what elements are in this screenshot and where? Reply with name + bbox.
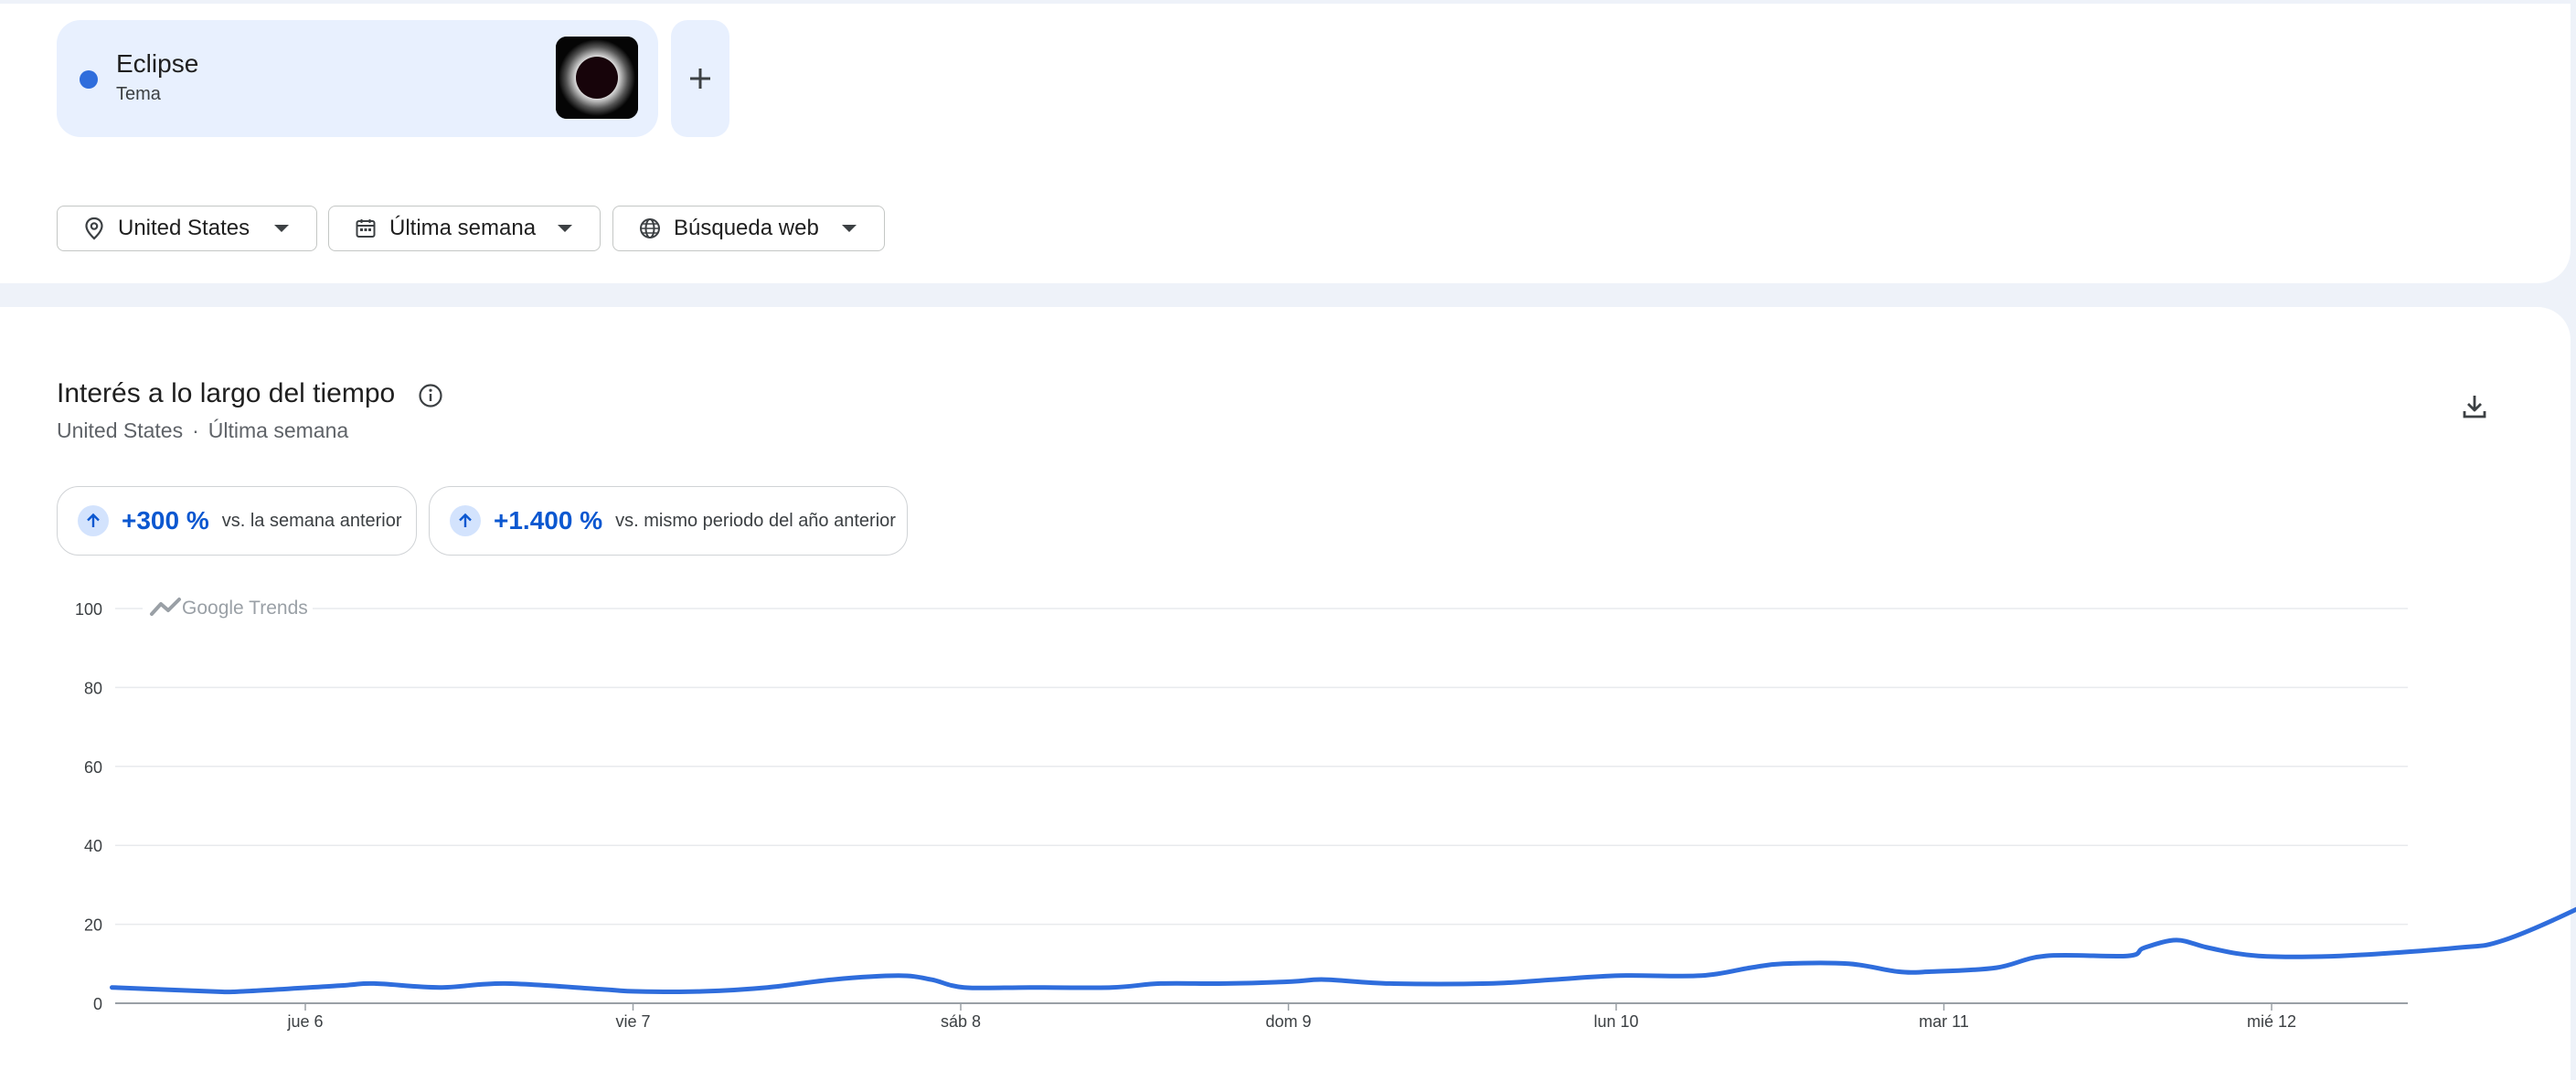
stat-description: vs. la semana anterior (221, 510, 402, 531)
y-tick-label: 40 (84, 837, 102, 855)
chevron-down-icon (842, 225, 857, 232)
x-tick-label: dom 9 (1265, 1012, 1311, 1031)
watermark-label: Google Trends (182, 598, 308, 619)
plus-icon (690, 69, 710, 89)
subtitle-region: United States (57, 418, 184, 442)
stat-value: +300 % (122, 506, 209, 535)
x-axis-ticks: jue 6 vie 7 sáb 8 dom 9 lun 10 mar 11 mié 12 (286, 1003, 2296, 1031)
stat-value: +1.400 % (494, 506, 603, 535)
add-comparison-button[interactable] (671, 20, 729, 137)
term-thumbnail (556, 37, 638, 119)
term-name: Eclipse (116, 49, 199, 78)
subtitle-separator: · (192, 418, 199, 442)
x-tick-label: jue 6 (286, 1012, 323, 1031)
y-axis-ticks: 0 20 40 60 80 100 (75, 600, 102, 1013)
interest-chart: Google Trends 0 20 40 60 80 100 jue 6 vie 7 sáb… (75, 594, 2576, 1031)
chevron-down-icon (558, 225, 572, 232)
chart-gridlines (115, 594, 2408, 1004)
chevron-down-icon (274, 225, 289, 232)
arrow-up-icon (450, 505, 481, 536)
x-tick-label: mar 11 (1919, 1012, 1969, 1031)
section-subtitle: United States · Última semana (57, 418, 348, 443)
stat-card-week: +300 % vs. la semana anterior (57, 486, 417, 556)
region-filter-label: United States (118, 216, 250, 240)
y-tick-label: 80 (84, 679, 102, 697)
arrow-up-icon (78, 505, 109, 536)
period-filter-dropdown[interactable]: Última semana (328, 206, 601, 251)
search-term-chip[interactable]: Eclipse Tema (57, 20, 658, 137)
stat-description: vs. mismo periodo del año anterior (615, 510, 896, 531)
y-tick-label: 100 (75, 600, 102, 619)
location-pin-icon (83, 217, 105, 240)
calendar-icon (355, 217, 377, 239)
section-title: Interés a lo largo del tiempo (57, 378, 396, 408)
y-tick-label: 20 (84, 916, 102, 935)
explore-card: Eclipse Tema United States Última semana… (0, 4, 2571, 283)
y-tick-label: 60 (84, 758, 102, 777)
x-tick-label: vie 7 (615, 1012, 650, 1031)
region-filter-dropdown[interactable]: United States (57, 206, 317, 251)
search-type-filter-dropdown[interactable]: Búsqueda web (612, 206, 885, 251)
info-icon[interactable] (417, 382, 444, 414)
globe-icon (639, 217, 661, 239)
subtitle-period: Última semana (208, 418, 349, 442)
search-type-filter-label: Búsqueda web (674, 216, 819, 240)
series-color-dot (80, 70, 98, 89)
download-icon[interactable] (2459, 391, 2490, 427)
x-tick-label: sáb 8 (941, 1012, 981, 1031)
y-tick-label: 0 (93, 995, 102, 1013)
x-tick-label: mié 12 (2247, 1012, 2296, 1031)
term-type: Tema (116, 84, 161, 104)
stat-card-year: +1.400 % vs. mismo periodo del año anter… (429, 486, 908, 556)
period-filter-label: Última semana (389, 216, 537, 240)
x-tick-label: lun 10 (1593, 1012, 1638, 1031)
series-line (110, 906, 2576, 995)
